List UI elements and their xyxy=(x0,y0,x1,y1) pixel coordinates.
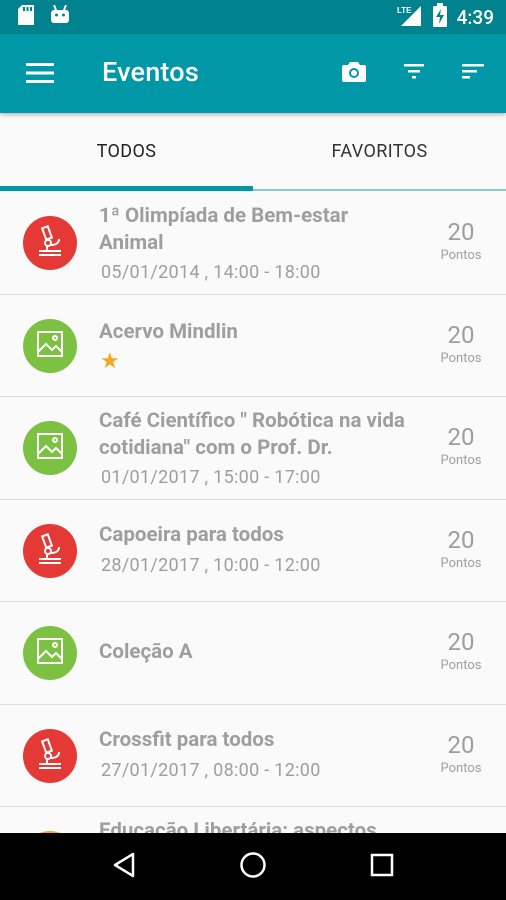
sd-card-icon xyxy=(18,5,34,29)
points-label: Pontos xyxy=(440,248,482,263)
microscope-icon xyxy=(35,532,65,569)
event-date: 05/01/2014 , 14:00 - 18:00 xyxy=(101,262,321,283)
points-label: Pontos xyxy=(440,658,482,673)
tab-divider xyxy=(253,189,506,191)
points-box: 20 Pontos xyxy=(436,526,486,571)
lte-signal-icon: LTE xyxy=(397,4,423,30)
home-icon[interactable] xyxy=(239,851,267,883)
points-value: 20 xyxy=(447,628,475,656)
microscope-icon xyxy=(35,737,65,774)
event-title: Educação Libertária: aspectos xyxy=(99,819,377,833)
points-value: 20 xyxy=(447,423,475,451)
points-box: 20 Pontos xyxy=(436,628,486,673)
event-title: Coleção A xyxy=(99,640,193,664)
status-bar: LTE 4:39 xyxy=(0,0,506,34)
event-title: Café Científico " Robótica na vida cotid… xyxy=(99,409,405,460)
menu-icon[interactable] xyxy=(26,63,54,87)
status-time: 4:39 xyxy=(456,5,494,29)
page-title: Eventos xyxy=(102,56,199,88)
microscope-icon xyxy=(35,225,65,261)
svg-text:LTE: LTE xyxy=(397,6,412,15)
category-avatar xyxy=(23,626,77,680)
tab-favoritos[interactable]: FAVORITOS xyxy=(253,113,506,190)
category-avatar xyxy=(23,216,77,270)
tab-label: FAVORITOS xyxy=(331,141,428,162)
points-label: Pontos xyxy=(440,760,482,776)
points-label: Pontos xyxy=(440,350,482,366)
list-item[interactable]: Coleção A 20 Pontos xyxy=(0,602,506,705)
points-box: 20 Pontos xyxy=(436,731,486,776)
event-date: 27/01/2017 , 08:00 - 12:00 xyxy=(101,759,321,781)
event-title: Acervo Mindlin xyxy=(99,319,238,344)
points-value: 20 xyxy=(447,218,475,246)
android-icon xyxy=(50,4,70,29)
points-box: 20 Pontos xyxy=(436,321,486,366)
tab-indicator xyxy=(0,186,253,191)
category-avatar xyxy=(23,728,77,783)
tab-bar: TODOS FAVORITOS xyxy=(0,113,506,191)
event-date: 01/01/2017 , 15:00 - 17:00 xyxy=(101,467,321,488)
list-item[interactable]: Café Científico " Robótica na vida cotid… xyxy=(0,397,506,500)
filter-icon[interactable] xyxy=(404,63,424,83)
event-title: Capoeira para todos xyxy=(99,522,284,547)
points-box: 20 Pontos xyxy=(436,423,486,468)
list-item[interactable]: Educação Libertária: aspectos xyxy=(0,807,506,833)
points-box: 20 Pontos xyxy=(436,218,486,263)
image-icon xyxy=(36,637,64,669)
event-title: Crossfit para todos xyxy=(99,727,275,752)
event-date: 28/01/2017 , 10:00 - 12:00 xyxy=(101,554,321,576)
points-value: 20 xyxy=(447,320,475,349)
battery-icon xyxy=(432,3,447,31)
image-icon xyxy=(36,330,64,362)
list-item[interactable]: Crossfit para todos 27/01/2017 , 08:00 -… xyxy=(0,704,506,807)
event-title: 1ª Olimpíada de Bem-estar Animal xyxy=(99,204,349,255)
category-avatar xyxy=(23,318,77,373)
points-label: Pontos xyxy=(440,453,482,468)
favorite-star-icon: ★ xyxy=(100,348,120,374)
points-label: Pontos xyxy=(440,555,482,571)
list-item[interactable]: Capoeira para todos 28/01/2017 , 10:00 -… xyxy=(0,499,506,602)
back-icon[interactable] xyxy=(112,852,136,882)
image-icon xyxy=(36,432,64,464)
list-item[interactable]: Acervo Mindlin ★ 20 Pontos xyxy=(0,294,506,397)
tab-label: TODOS xyxy=(96,141,157,162)
navigation-bar xyxy=(0,833,506,900)
category-avatar xyxy=(23,421,77,475)
category-avatar xyxy=(23,523,77,578)
tab-todos[interactable]: TODOS xyxy=(0,113,253,191)
event-list[interactable]: 1ª Olimpíada de Bem-estar Animal 05/01/2… xyxy=(0,192,506,833)
camera-icon[interactable] xyxy=(342,60,366,86)
sort-icon[interactable] xyxy=(462,63,484,83)
points-value: 20 xyxy=(447,730,475,759)
app-bar: Eventos xyxy=(0,34,506,113)
recents-icon[interactable] xyxy=(370,853,394,881)
points-value: 20 xyxy=(447,525,475,554)
list-item[interactable]: 1ª Olimpíada de Bem-estar Animal 05/01/2… xyxy=(0,192,506,295)
